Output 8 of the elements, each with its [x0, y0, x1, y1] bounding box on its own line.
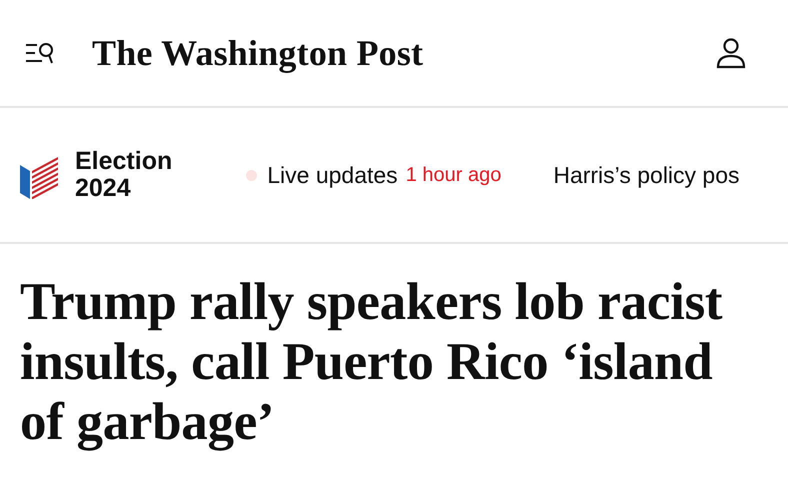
logo[interactable]: The Washington Post	[92, 32, 424, 74]
live-dot-icon	[246, 170, 258, 180]
account-icon[interactable]	[716, 37, 746, 69]
story-link[interactable]: Harris’s policy pos	[553, 162, 740, 188]
live-updates-link[interactable]: Live updates	[267, 162, 398, 188]
section-link[interactable]: Election 2024	[75, 148, 172, 202]
timestamp: 1 hour ago	[406, 164, 502, 186]
headline: Trump rally speakers lob racist insults, call Puerto Rico ‘island of garbage’	[19, 272, 724, 452]
